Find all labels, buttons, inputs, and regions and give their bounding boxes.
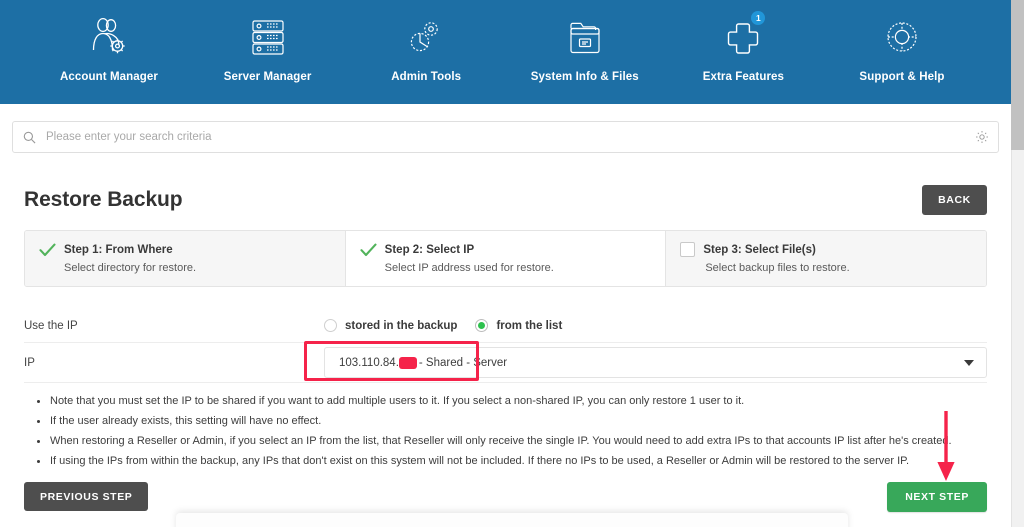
nav-item-extra-features[interactable]: 1 Extra Features [668, 11, 818, 83]
radio-stored-in-backup[interactable] [324, 319, 337, 332]
app-root: Account Manager Server Manager Admin Too… [0, 0, 1024, 527]
use-the-ip-controls: stored in the backup from the list [324, 319, 987, 332]
step-description: Select directory for restore. [64, 262, 197, 274]
ip-prefix: 103.110.84. [339, 356, 399, 369]
chevron-down-icon[interactable] [964, 359, 974, 366]
ip-row: IP 103.110.84. - Shared - Server [24, 343, 987, 383]
list-item: When restoring a Reseller or Admin, if y… [37, 434, 987, 450]
bottom-panel [176, 513, 848, 527]
nav-item-server-manager[interactable]: Server Manager [193, 12, 343, 83]
back-button[interactable]: BACK [922, 185, 987, 215]
step-title: Step 3: Select File(s) [703, 243, 816, 256]
page-title: Restore Backup [24, 188, 183, 211]
use-the-ip-label: Use the IP [24, 319, 78, 332]
check-green-icon [39, 242, 56, 257]
nav-scroll-cap [998, 0, 1011, 104]
nav-label: Extra Features [702, 71, 785, 83]
redacted-octet [398, 356, 417, 369]
step-description: Select backup files to restore. [705, 262, 850, 274]
nav-label: System Info & Files [530, 71, 639, 83]
wizard-footer: PREVIOUS STEP NEXT STEP [24, 481, 987, 512]
radio-from-the-list-label: from the list [496, 319, 563, 332]
nav-item-account-manager[interactable]: Account Manager [34, 12, 184, 83]
search-input[interactable] [44, 122, 964, 152]
list-item: If the user already exists, this setting… [37, 414, 987, 430]
server-rack-icon [242, 12, 294, 62]
ip-select-wrap: 103.110.84. - Shared - Server [324, 347, 987, 378]
ip-suffix: - Shared - Server [418, 356, 508, 369]
radio-group-use-ip: stored in the backup from the list [324, 319, 572, 332]
gear-icon[interactable] [975, 130, 989, 144]
plus-icon: 1 [717, 11, 769, 62]
nav-label: Account Manager [60, 71, 158, 83]
top-navigation: Account Manager Server Manager Admin Too… [0, 0, 1011, 104]
search-icon [23, 131, 36, 144]
step-wizard: Step 1: From Where Select directory for … [24, 230, 987, 287]
step-1-from-where[interactable]: Step 1: From Where Select directory for … [25, 231, 345, 286]
check-green-icon [360, 242, 377, 257]
step-description: Select IP address used for restore. [384, 262, 554, 274]
nav-item-system-info-files[interactable]: System Info & Files [510, 12, 660, 83]
step-title: Step 2: Select IP [384, 243, 475, 256]
nav-label: Server Manager [223, 71, 312, 83]
notes-list: Note that you must set the IP to be shar… [24, 394, 987, 470]
radio-from-the-list[interactable] [475, 319, 489, 332]
radio-stored-in-backup-label: stored in the backup [345, 319, 458, 332]
nav-item-support-help[interactable]: Support & Help [827, 12, 977, 83]
use-the-ip-row: Use the IP stored in the backup from the… [24, 309, 987, 343]
ip-select[interactable]: 103.110.84. - Shared - Server [324, 347, 987, 378]
previous-step-button[interactable]: PREVIOUS STEP [24, 482, 149, 511]
gears-icon [400, 12, 452, 62]
step-title: Step 1: From Where [64, 243, 173, 256]
search-box[interactable] [12, 121, 999, 153]
nav-label: Admin Tools [391, 71, 462, 83]
vertical-scrollbar-thumb[interactable] [1011, 0, 1024, 150]
search-bar-region [0, 104, 1011, 170]
step-header: Step 2: Select IP [360, 242, 652, 257]
list-item: If using the IPs from within the backup,… [37, 454, 987, 470]
ip-label: IP [24, 356, 35, 369]
lifebuoy-icon [876, 12, 928, 62]
step-2-select-ip[interactable]: Step 2: Select IP Select IP address used… [344, 231, 666, 286]
list-item: Note that you must set the IP to be shar… [37, 394, 987, 410]
vertical-scrollbar-track[interactable] [1011, 0, 1024, 527]
next-step-button[interactable]: NEXT STEP [887, 481, 987, 512]
step-header: Step 1: From Where [39, 242, 331, 257]
users-gear-icon [83, 12, 135, 62]
page-header: Restore Backup BACK [24, 170, 987, 230]
ip-select-value: 103.110.84. - Shared - Server [339, 356, 508, 369]
page-content: Restore Backup BACK Step 1: From Where S… [0, 170, 1011, 527]
step-header: Step 3: Select File(s) [680, 242, 972, 257]
nav-label: Support & Help [859, 71, 945, 83]
unchecked-checkbox-icon [680, 242, 696, 257]
nav-item-admin-tools[interactable]: Admin Tools [351, 12, 501, 83]
step-3-select-files[interactable]: Step 3: Select File(s) Select backup fil… [665, 231, 986, 286]
folder-file-icon [559, 12, 611, 62]
